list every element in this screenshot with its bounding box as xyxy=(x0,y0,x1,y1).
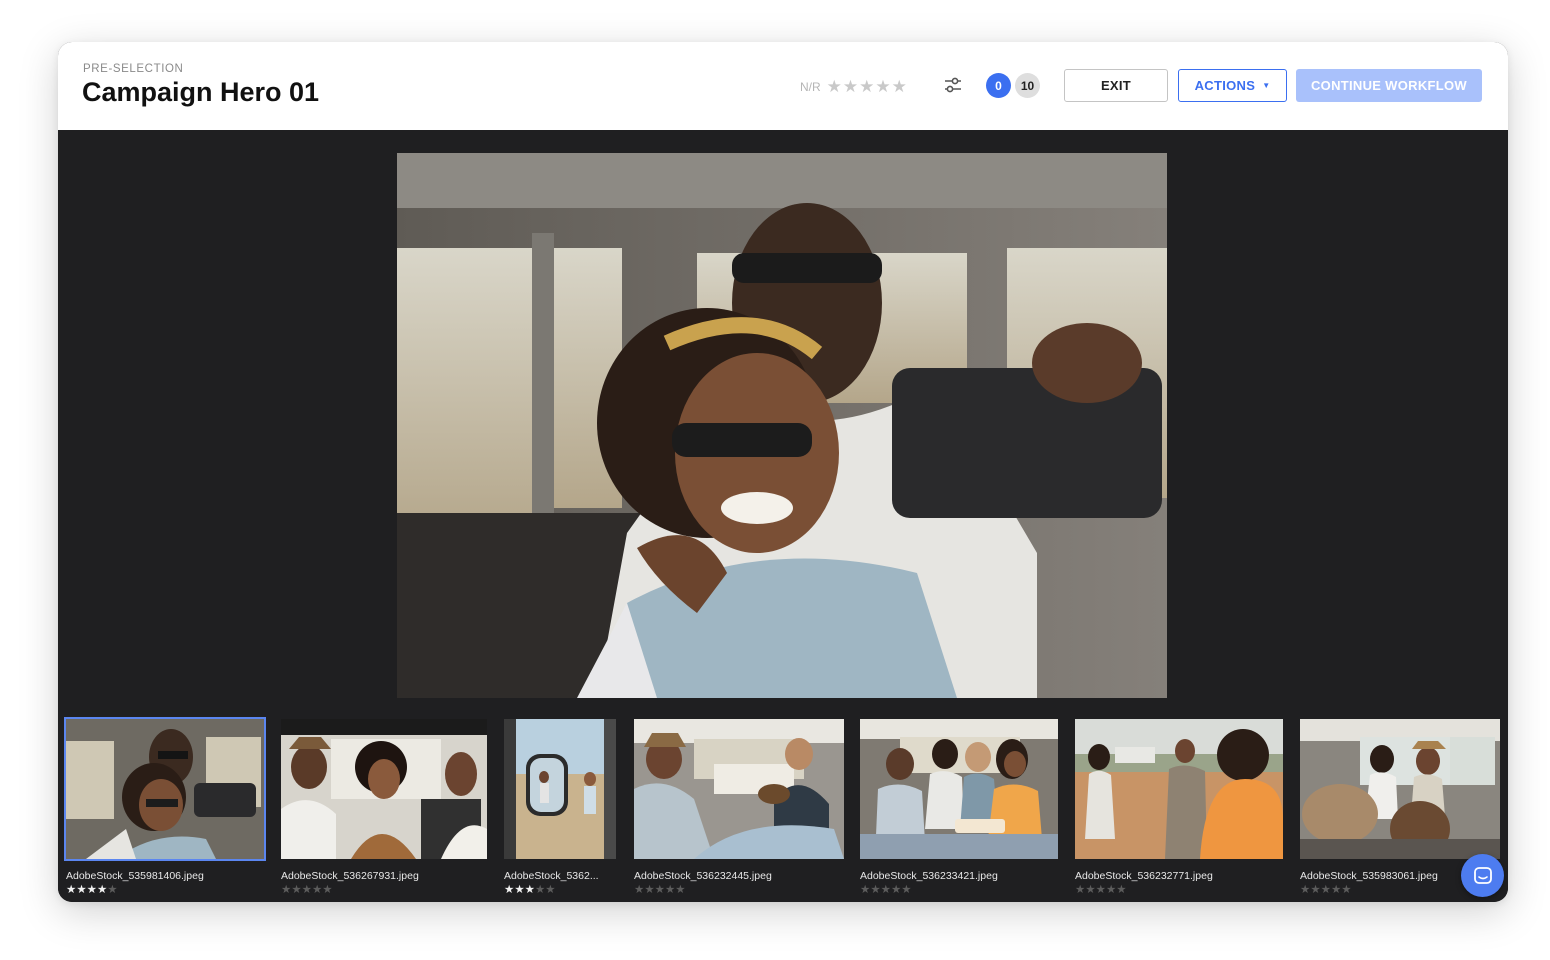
star-icon[interactable]: ★ xyxy=(675,884,685,896)
star-icon[interactable]: ★ xyxy=(665,884,675,896)
star-icon[interactable]: ★ xyxy=(504,884,514,896)
actions-dropdown-button[interactable]: ACTIONS ▼ xyxy=(1178,69,1287,102)
thumbnail-image[interactable] xyxy=(1075,719,1283,859)
image-viewer: AdobeStock_535981406.jpeg ★ ★ ★ ★ ★ Adob… xyxy=(58,130,1508,902)
chat-bubble-icon[interactable] xyxy=(1461,854,1504,897)
star-icon[interactable]: ★ xyxy=(1310,884,1320,896)
thumbnail-item[interactable]: AdobeStock_536232771.jpeg ★ ★ ★ ★ ★ xyxy=(1075,719,1283,896)
star-icon[interactable]: ★ xyxy=(535,884,545,896)
thumbnail-filename: AdobeStock_536232445.jpeg xyxy=(634,870,772,882)
thumbnail-filename: AdobeStock_5362... xyxy=(504,870,599,882)
star-icon[interactable]: ★ xyxy=(322,884,332,896)
thumbnail-rating[interactable]: ★ ★ ★ ★ ★ xyxy=(504,884,616,896)
star-icon[interactable]: ★ xyxy=(66,884,76,896)
thumbnail-item[interactable]: AdobeStock_535981406.jpeg ★ ★ ★ ★ ★ xyxy=(64,717,266,896)
thumbnail-filename: AdobeStock_536233421.jpeg xyxy=(860,870,998,882)
star-icon[interactable]: ★ xyxy=(76,884,86,896)
star-icon[interactable]: ★ xyxy=(1075,884,1085,896)
page-eyebrow: PRE-SELECTION xyxy=(83,63,184,75)
rating-control[interactable]: N/R ★ ★ ★ ★ ★ xyxy=(800,78,907,95)
star-icon[interactable]: ★ xyxy=(1116,884,1126,896)
exit-button[interactable]: EXIT xyxy=(1064,69,1168,102)
app-window: PRE-SELECTION Campaign Hero 01 N/R ★ ★ ★… xyxy=(58,42,1508,902)
thumbnail-filename: AdobeStock_536232771.jpeg xyxy=(1075,870,1213,882)
sliders-icon[interactable] xyxy=(942,74,964,96)
thumbnail-rating[interactable]: ★ ★ ★ ★ ★ xyxy=(1075,884,1283,896)
thumbnail-rating[interactable]: ★ ★ ★ ★ ★ xyxy=(634,884,844,896)
star-icon[interactable]: ★ xyxy=(107,884,117,896)
thumbnail-item[interactable]: AdobeStock_536232445.jpeg ★ ★ ★ ★ ★ xyxy=(634,719,844,896)
rating-stars[interactable]: ★ ★ ★ ★ ★ xyxy=(827,78,907,95)
star-icon[interactable]: ★ xyxy=(892,78,907,95)
star-icon[interactable]: ★ xyxy=(875,78,890,95)
thumbnail-item[interactable]: AdobeStock_536267931.jpeg ★ ★ ★ ★ ★ xyxy=(281,719,487,896)
thumbnail-image[interactable] xyxy=(634,719,844,859)
star-icon[interactable]: ★ xyxy=(859,78,874,95)
star-icon[interactable]: ★ xyxy=(1321,884,1331,896)
star-icon[interactable]: ★ xyxy=(1300,884,1310,896)
star-icon[interactable]: ★ xyxy=(514,884,524,896)
star-icon[interactable]: ★ xyxy=(302,884,312,896)
thumbnail-item[interactable]: AdobeStock_5362... ★ ★ ★ ★ ★ xyxy=(504,719,616,896)
star-icon[interactable]: ★ xyxy=(1085,884,1095,896)
star-icon[interactable]: ★ xyxy=(1106,884,1116,896)
star-icon[interactable]: ★ xyxy=(87,884,97,896)
star-icon[interactable]: ★ xyxy=(545,884,555,896)
thumbnail-filename: AdobeStock_536267931.jpeg xyxy=(281,870,419,882)
total-count-badge: 10 xyxy=(1015,73,1040,98)
thumbnail-image[interactable] xyxy=(504,719,616,859)
star-icon[interactable]: ★ xyxy=(1341,884,1351,896)
star-icon[interactable]: ★ xyxy=(901,884,911,896)
star-icon[interactable]: ★ xyxy=(291,884,301,896)
selected-count-badge: 0 xyxy=(986,73,1011,98)
thumbnail-filename: AdobeStock_535981406.jpeg xyxy=(66,870,204,882)
star-icon[interactable]: ★ xyxy=(644,884,654,896)
thumbnail-item[interactable]: AdobeStock_536233421.jpeg ★ ★ ★ ★ ★ xyxy=(860,719,1058,896)
main-preview-image[interactable] xyxy=(397,153,1167,698)
thumbnail-rating[interactable]: ★ ★ ★ ★ ★ xyxy=(66,884,264,896)
thumbnail-rating[interactable]: ★ ★ ★ ★ ★ xyxy=(860,884,1058,896)
star-icon[interactable]: ★ xyxy=(655,884,665,896)
star-icon[interactable]: ★ xyxy=(827,78,842,95)
rating-nr-label: N/R xyxy=(800,79,821,94)
star-icon[interactable]: ★ xyxy=(891,884,901,896)
thumbnail-image[interactable] xyxy=(281,719,487,859)
star-icon[interactable]: ★ xyxy=(870,884,880,896)
star-icon[interactable]: ★ xyxy=(281,884,291,896)
continue-workflow-button[interactable]: CONTINUE WORKFLOW xyxy=(1296,69,1482,102)
star-icon[interactable]: ★ xyxy=(860,884,870,896)
star-icon[interactable]: ★ xyxy=(1096,884,1106,896)
actions-label: ACTIONS xyxy=(1194,78,1256,93)
thumbnail-rating[interactable]: ★ ★ ★ ★ ★ xyxy=(281,884,487,896)
thumbnail-image[interactable] xyxy=(1300,719,1500,859)
star-icon[interactable]: ★ xyxy=(97,884,107,896)
star-icon[interactable]: ★ xyxy=(312,884,322,896)
star-icon[interactable]: ★ xyxy=(634,884,644,896)
caret-down-icon: ▼ xyxy=(1262,81,1271,90)
thumbnail-image[interactable] xyxy=(860,719,1058,859)
thumbnail-image[interactable] xyxy=(64,717,266,861)
filmstrip: AdobeStock_535981406.jpeg ★ ★ ★ ★ ★ Adob… xyxy=(58,717,1508,902)
header-bar: PRE-SELECTION Campaign Hero 01 N/R ★ ★ ★… xyxy=(58,42,1508,130)
star-icon[interactable]: ★ xyxy=(881,884,891,896)
star-icon[interactable]: ★ xyxy=(1331,884,1341,896)
star-icon[interactable]: ★ xyxy=(843,78,858,95)
star-icon[interactable]: ★ xyxy=(525,884,535,896)
page-title: Campaign Hero 01 xyxy=(82,77,320,107)
